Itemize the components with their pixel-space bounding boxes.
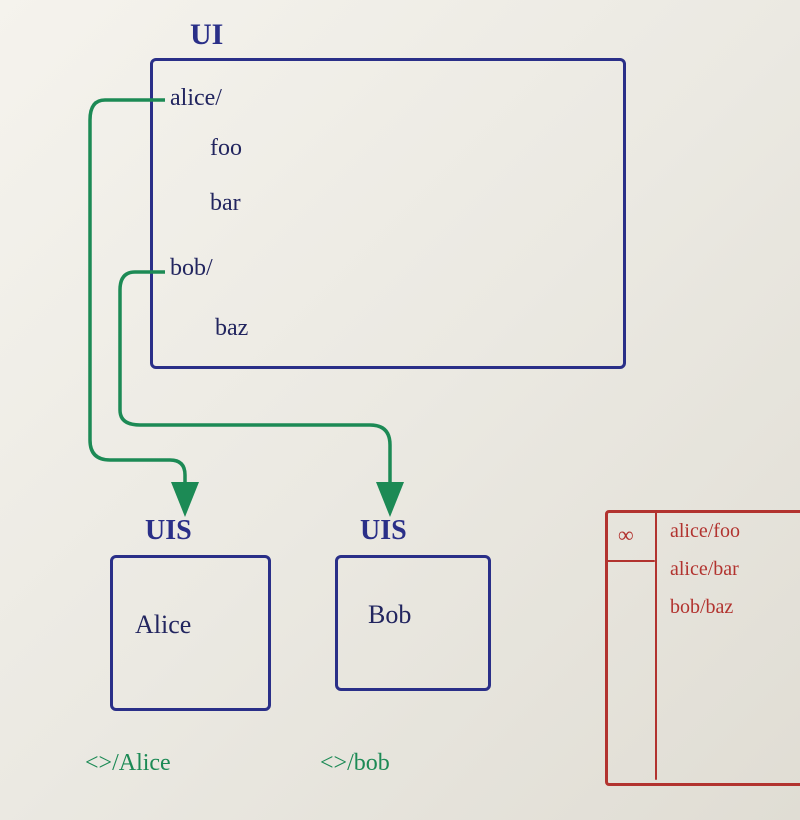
whiteboard-diagram: UI alice/ foo bar bob/ baz UIS Alice <>/… (0, 0, 800, 820)
ui-entry-dir-alice: alice/ (170, 85, 222, 112)
red-panel-row-0: alice/foo (670, 520, 740, 543)
red-panel-row-2: bob/baz (670, 596, 733, 619)
red-panel-row-1: alice/bar (670, 558, 739, 581)
ui-entry-file-foo: foo (210, 135, 242, 162)
uis-right-content: Bob (368, 600, 411, 630)
ui-box-title: UI (190, 18, 223, 52)
ui-entry-file-baz: baz (215, 315, 248, 342)
uis-right-box (335, 555, 491, 691)
uis-left-path: <>/Alice (85, 750, 171, 777)
red-panel-header-symbol: ∞ (618, 522, 634, 548)
red-panel-divider (655, 510, 657, 780)
uis-left-content: Alice (135, 610, 191, 640)
ui-entry-dir-bob: bob/ (170, 255, 213, 282)
uis-right-path: <>/bob (320, 750, 390, 777)
red-panel (605, 510, 800, 786)
ui-entry-file-bar: bar (210, 190, 241, 217)
red-panel-header-rule (605, 560, 655, 562)
uis-right-title: UIS (360, 515, 407, 547)
uis-left-title: UIS (145, 515, 192, 547)
